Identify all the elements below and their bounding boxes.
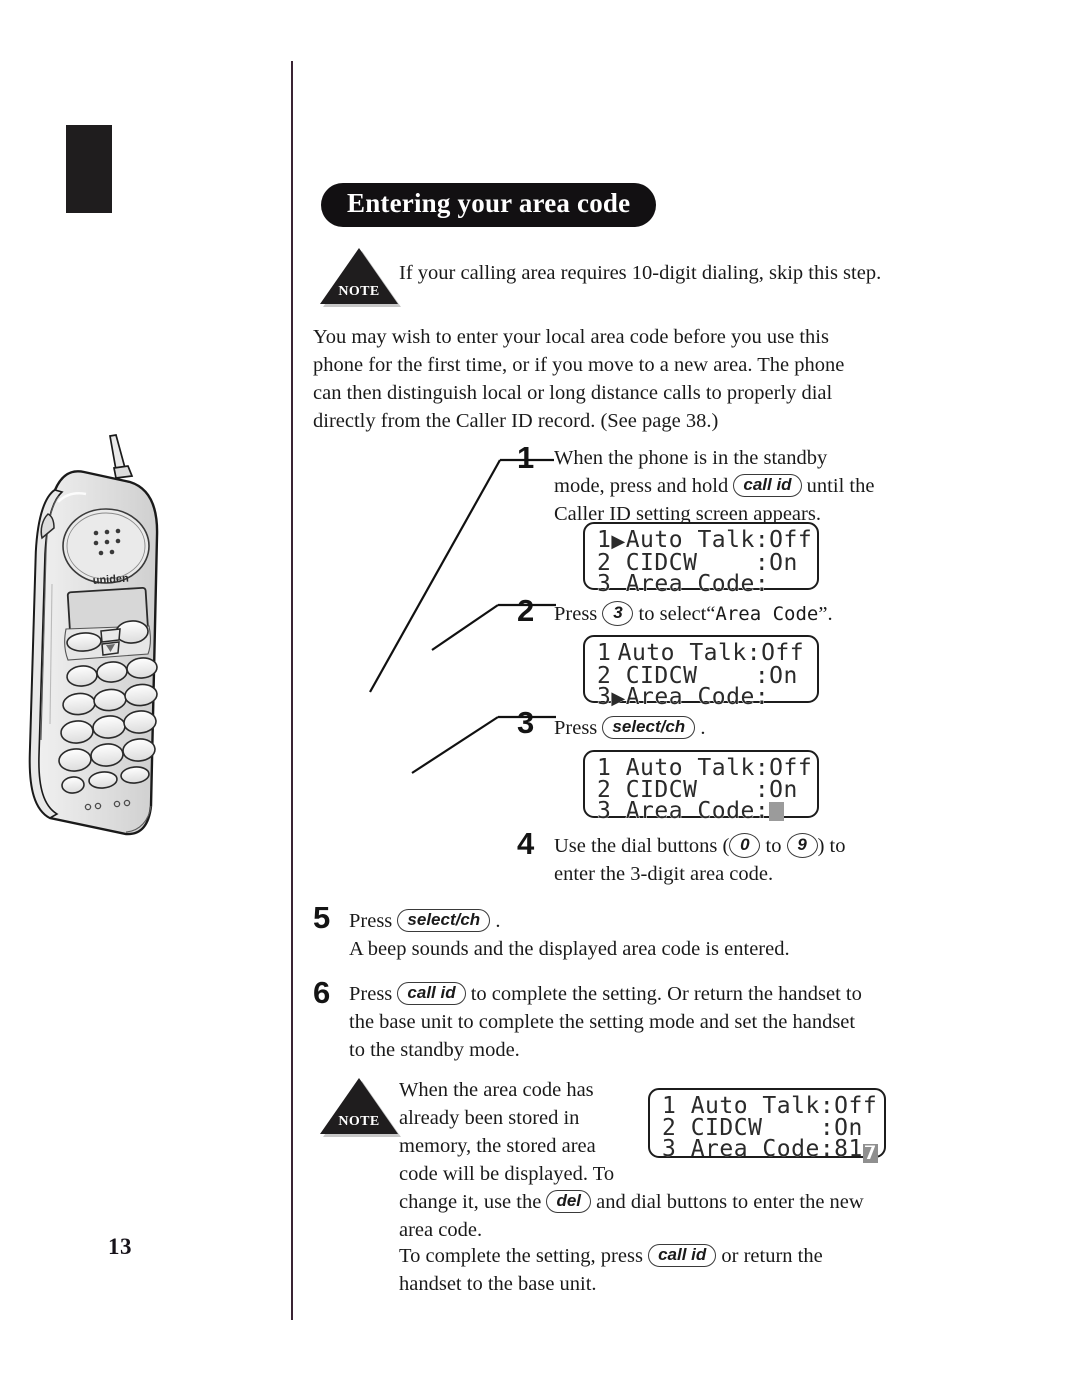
note-bottom-line-8: handset to the base unit.: [399, 1273, 597, 1295]
step-3-period: .: [700, 717, 706, 739]
step-1-line-1: When the phone is in the standby: [554, 447, 828, 469]
lcd-display-step3: 1 Auto Talk:Off 2 CIDCW :On 3 Area Code:: [583, 750, 819, 823]
lcd4-line3-text: 3 Area Code:81: [662, 1136, 863, 1162]
lcd-display-step2: 1 Auto Talk:Off 2 CIDCW :On 3▶Area Code:: [583, 635, 819, 709]
cordless-handset-illustration: uniden: [6, 424, 236, 856]
key-call-id-3[interactable]: call id: [648, 1244, 717, 1267]
note-badge-bottom: NOTE: [320, 1078, 401, 1137]
page-number: 13: [108, 1234, 132, 1259]
step-4-text: Use the dial buttons (0 to 9) to enter t…: [554, 832, 974, 888]
step-5-period: .: [495, 910, 501, 932]
note-bottom-line5-pre: change it, use the: [399, 1191, 542, 1213]
key-del[interactable]: del: [546, 1190, 591, 1213]
step-6-press-label: Press: [349, 983, 393, 1005]
step-6-line-3: to the standby mode.: [349, 1039, 520, 1061]
key-call-id-2[interactable]: call id: [397, 982, 466, 1005]
phone-brand-label: uniden: [92, 572, 129, 587]
note-bottom-line-6: area code.: [399, 1219, 483, 1241]
lcd3-line3-text: 3 Area Code:: [597, 798, 770, 824]
step-2-text: Press 3 to select“Area Code”.: [554, 600, 974, 628]
step-2-quote-close: ”.: [818, 603, 833, 625]
intro-paragraph: You may wish to enter your local area co…: [313, 323, 933, 435]
step-2-middle: to select: [638, 603, 707, 625]
note-badge-top: NOTE: [320, 248, 401, 307]
note-top-text: If your calling area requires 10-digit d…: [399, 262, 882, 284]
lcd-display-step1: 1▶Auto Talk:Off 2 CIDCW :On 3 Area Code:: [583, 522, 819, 595]
lcd2-line-3: 3▶Area Code:: [597, 684, 807, 710]
note-bottom-line7-pre: To complete the setting, press: [399, 1245, 643, 1267]
note-bottom-line-3: memory, the stored area: [399, 1135, 596, 1157]
lcd2-selection-arrow-icon: ▶: [611, 688, 626, 709]
key-select-ch-2[interactable]: select/ch: [397, 909, 491, 932]
lcd1-line-3: 3 Area Code:: [597, 571, 770, 597]
step-6-text: Press call id to complete the setting. O…: [349, 980, 1009, 1064]
callout-leader-2: [431, 603, 556, 651]
step-4-to-label: to: [765, 835, 782, 857]
lcd3-line-3: 3 Area Code:: [597, 798, 807, 824]
intro-line-3: can then distinguish local or long dista…: [313, 382, 833, 404]
note-bottom-line-7: To complete the setting, press call id o…: [399, 1242, 1019, 1270]
step-1-line-2-post: until the: [806, 475, 875, 497]
note-badge-label: NOTE: [338, 284, 380, 299]
note-bottom-line-2: already been stored in: [399, 1107, 580, 1129]
step-1-text: When the phone is in the standby mode, p…: [554, 444, 944, 528]
step-4-line-2: enter the 3-digit area code.: [554, 863, 774, 885]
lcd2-line3-text: Area Code:: [625, 684, 770, 710]
note-bottom-text-block2: change it, use the del and dial buttons …: [399, 1188, 1019, 1244]
step-6-line-1: Press call id to complete the setting. O…: [349, 980, 1009, 1008]
step-1-line-2: mode, press and hold call id until the: [554, 472, 944, 500]
note-bottom-line7-post: or return the: [721, 1245, 823, 1267]
step-4-line1-post: ) to: [817, 835, 846, 857]
chapter-tab-marker: [66, 125, 112, 213]
note-bottom-line-1: When the area code has: [399, 1079, 594, 1101]
lcd1-selection-arrow-icon: ▶: [611, 531, 626, 552]
note-bottom-line-4: code will be displayed. To: [399, 1163, 615, 1185]
note-badge-label-2: NOTE: [338, 1114, 380, 1129]
intro-line-4: directly from the Caller ID record. (See…: [313, 410, 719, 432]
step-6-line1-post: to complete the setting. Or return the h…: [470, 983, 862, 1005]
note-bottom-line-5: change it, use the del and dial buttons …: [399, 1188, 1019, 1216]
step-4-line-1: Use the dial buttons (0 to 9) to: [554, 832, 974, 860]
intro-line-1: You may wish to enter your local area co…: [313, 326, 829, 348]
step-3-text: Press select/ch .: [554, 714, 974, 742]
step-2-quoted-lcd-text: Area Code: [715, 603, 819, 625]
step-5-line-1: Press select/ch .: [349, 907, 989, 935]
callout-leader-3: [411, 715, 556, 774]
step-4-line1-pre: Use the dial buttons (: [554, 835, 730, 857]
lcd4-cursor-char: 7: [862, 1142, 878, 1164]
key-call-id[interactable]: call id: [733, 474, 802, 497]
step-number-4: 4: [517, 826, 535, 861]
key-select-ch[interactable]: select/ch: [602, 716, 696, 739]
key-digit-0[interactable]: 0: [729, 833, 761, 858]
step-5-press-label: Press: [349, 910, 393, 932]
lcd3-cursor-block: [769, 802, 785, 821]
note-bottom-text-block3: To complete the setting, press call id o…: [399, 1242, 1019, 1298]
lcd4-line-3: 3 Area Code:817: [662, 1136, 878, 1163]
key-digit-9[interactable]: 9: [786, 833, 818, 858]
step-6-line-2: the base unit to complete the setting mo…: [349, 1011, 856, 1033]
step-number-6: 6: [313, 975, 331, 1010]
step-5-line-2: A beep sounds and the displayed area cod…: [349, 938, 790, 960]
page-title: Entering your area code: [321, 183, 657, 227]
note-bottom-text-block1: When the area code has already been stor…: [399, 1076, 629, 1188]
intro-line-2: phone for the first time, or if you move…: [313, 354, 845, 376]
lcd-display-note: 1 Auto Talk:Off 2 CIDCW :On 3 Area Code:…: [648, 1088, 886, 1163]
step-number-5: 5: [313, 900, 331, 935]
step-5-text: Press select/ch . A beep sounds and the …: [349, 907, 989, 963]
note-bottom-line5-post: and dial buttons to enter the new: [596, 1191, 864, 1213]
column-divider-rule: [291, 61, 293, 1320]
